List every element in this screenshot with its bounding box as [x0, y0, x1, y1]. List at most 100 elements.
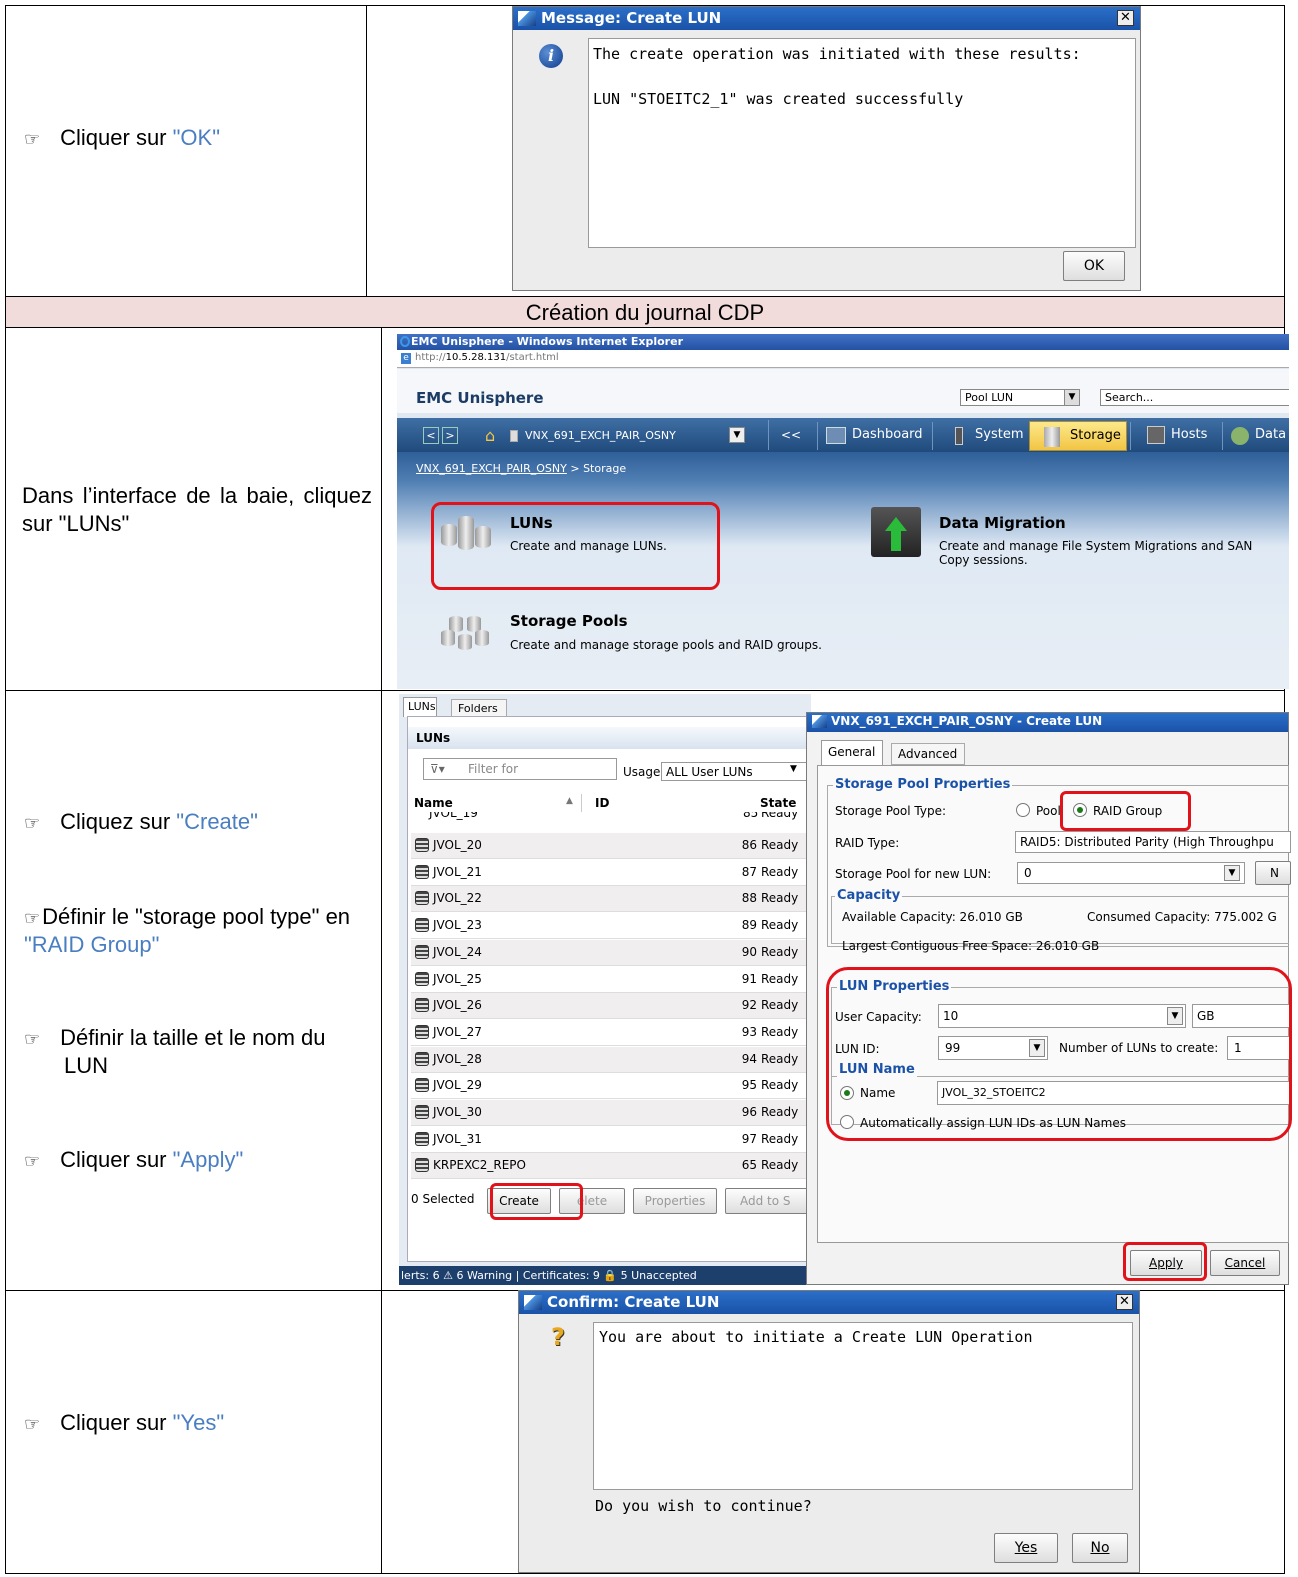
storage-pools-link[interactable]: Storage Pools	[510, 612, 628, 630]
nav-data[interactable]: Data	[1222, 422, 1289, 450]
raid-type-select[interactable]: RAID5: Distributed Parity (High Throughp…	[1015, 831, 1291, 853]
table-row[interactable]: JVOL_19 85 Ready	[411, 812, 811, 824]
forward-button[interactable]: >	[442, 427, 458, 444]
lun-icon	[415, 944, 429, 959]
hand-pointer-icon: ☞	[24, 908, 41, 929]
instruction-raid-group: ☞Définir le "storage pool type" en "RAID…	[24, 904, 351, 957]
lun-icon	[415, 891, 429, 906]
lun-name: JVOL_23	[433, 918, 482, 933]
lun-icon	[415, 1131, 429, 1146]
search-input[interactable]: Search...	[1100, 389, 1289, 406]
storage-pools-description: Create and manage storage pools and RAID…	[510, 638, 822, 652]
collapse-button[interactable]: <<	[781, 428, 801, 442]
column-id[interactable]: ID	[595, 796, 609, 810]
lun-state: Ready	[761, 971, 799, 986]
lun-list-panel: LUNs Folders LUNs ⊽▾ Filter for Usage ALL…	[399, 694, 811, 1285]
close-icon[interactable]: ✕	[1117, 10, 1134, 26]
table-border	[381, 327, 382, 1574]
back-button[interactable]: <	[423, 427, 439, 444]
nav-storage[interactable]: Storage	[1029, 421, 1127, 451]
table-row[interactable]: JVOL_24 90 Ready	[411, 939, 811, 966]
lun-state: Ready	[761, 1105, 799, 1119]
raid-group-highlight	[1060, 791, 1191, 831]
table-row[interactable]: JVOL_29 95 Ready	[411, 1073, 811, 1100]
lun-icon	[415, 1105, 429, 1119]
lun-icon	[415, 838, 429, 852]
table-row[interactable]: JVOL_20 86 Ready	[411, 833, 811, 859]
hosts-icon	[1147, 426, 1165, 444]
lun-icon	[415, 1158, 429, 1173]
home-icon[interactable]: ⌂	[485, 427, 501, 444]
table-row[interactable]: JVOL_23 89 Ready	[411, 913, 811, 940]
lun-state: Ready	[761, 864, 799, 879]
chevron-down-icon: ▼	[729, 427, 745, 443]
lun-state: Ready	[761, 1131, 799, 1146]
pool-new-label: Storage Pool for new LUN:	[835, 867, 992, 881]
radio-pool[interactable]	[1016, 803, 1030, 817]
ok-button[interactable]: OK	[1063, 251, 1125, 281]
tab-luns[interactable]: LUNs	[403, 697, 437, 717]
status-bar: lerts: 6 ⚠ 6 Warning | Certificates: 9 🔒…	[399, 1266, 811, 1285]
data-migration-link[interactable]: Data Migration	[939, 514, 1066, 532]
dialog-title: VNX_691_EXCH_PAIR_OSNY - Create LUN	[807, 713, 1288, 732]
lun-name: JVOL_25	[433, 971, 482, 986]
lun-id: 88	[741, 891, 757, 906]
lun-icon	[415, 1078, 429, 1093]
nav-hosts[interactable]: Hosts	[1130, 422, 1220, 450]
lun-name: JVOL_20	[433, 838, 482, 852]
close-icon[interactable]: ✕	[1116, 1294, 1133, 1310]
lun-state: Ready	[761, 1158, 799, 1173]
tab-folders[interactable]: Folders	[451, 699, 507, 717]
tab-general[interactable]: General	[821, 740, 883, 766]
lun-state: Ready	[761, 944, 799, 959]
pool-type-label: Storage Pool Type:	[835, 804, 947, 818]
lun-state: Ready	[761, 891, 799, 906]
tab-advanced[interactable]: Advanced	[891, 743, 965, 765]
address-bar[interactable]: http://10.5.28.131/start.html	[397, 350, 1289, 368]
largest-free-space: Largest Contiguous Free Space: 26.010 GB	[842, 939, 1100, 953]
lun-id: 97	[741, 1131, 757, 1146]
lun-id: 92	[741, 998, 757, 1013]
lun-name: JVOL_26	[433, 998, 482, 1013]
table-row[interactable]: JVOL_28 94 Ready	[411, 1046, 811, 1073]
server-icon	[510, 430, 518, 442]
table-row[interactable]: KRPEXC2_REPO 65 Ready	[411, 1153, 811, 1180]
lun-state: Ready	[761, 1078, 799, 1093]
cancel-button[interactable]: Cancel	[1210, 1250, 1280, 1276]
group-title: Capacity	[835, 888, 903, 903]
table-row[interactable]: JVOL_22 88 Ready	[411, 886, 811, 913]
system-select[interactable]: VNX_691_EXCH_PAIR_OSNY ▼	[507, 427, 747, 445]
yes-button[interactable]: Yes	[994, 1533, 1058, 1563]
lun-state: Ready	[761, 998, 799, 1013]
lun-id: 90	[741, 944, 757, 959]
lun-id: 89	[741, 918, 757, 933]
page-icon: e	[401, 353, 411, 364]
confirm-question: Do you wish to continue?	[595, 1497, 812, 1515]
usage-label: Usage	[623, 765, 661, 779]
new-pool-button[interactable]: N	[1255, 861, 1291, 885]
column-name[interactable]: Name	[414, 796, 453, 810]
section-title: Création du journal CDP	[525, 300, 765, 325]
hand-pointer-icon: ☞	[24, 813, 41, 834]
lun-id: 94	[741, 1051, 757, 1066]
pool-new-select[interactable]: 0 ▼	[1017, 862, 1245, 884]
table-row[interactable]: JVOL_25 91 Ready	[411, 966, 811, 993]
lun-state: Ready	[761, 1051, 799, 1066]
pool-select[interactable]: Pool LUN ▼	[960, 389, 1080, 406]
properties-button[interactable]: Properties	[633, 1188, 717, 1214]
column-state[interactable]: State	[760, 796, 796, 810]
table-row[interactable]: JVOL_21 87 Ready	[411, 859, 811, 886]
no-button[interactable]: No	[1072, 1533, 1128, 1563]
usage-select[interactable]: ALL User LUNs ▼	[661, 762, 811, 781]
add-to-button[interactable]: Add to S	[725, 1188, 811, 1214]
storage-icon	[1044, 427, 1060, 447]
data-icon	[1231, 427, 1249, 445]
nav-dashboard[interactable]: Dashboard	[817, 422, 931, 450]
table-row[interactable]: JVOL_30 96 Ready	[411, 1100, 811, 1126]
filter-input[interactable]: ⊽▾ Filter for	[423, 758, 617, 780]
nav-system[interactable]: System	[932, 422, 1028, 450]
table-row[interactable]: JVOL_27 93 Ready	[411, 1019, 811, 1046]
table-row[interactable]: JVOL_31 97 Ready	[411, 1126, 811, 1153]
table-row[interactable]: JVOL_26 92 Ready	[411, 993, 811, 1020]
lun-name: JVOL_24	[433, 944, 482, 959]
